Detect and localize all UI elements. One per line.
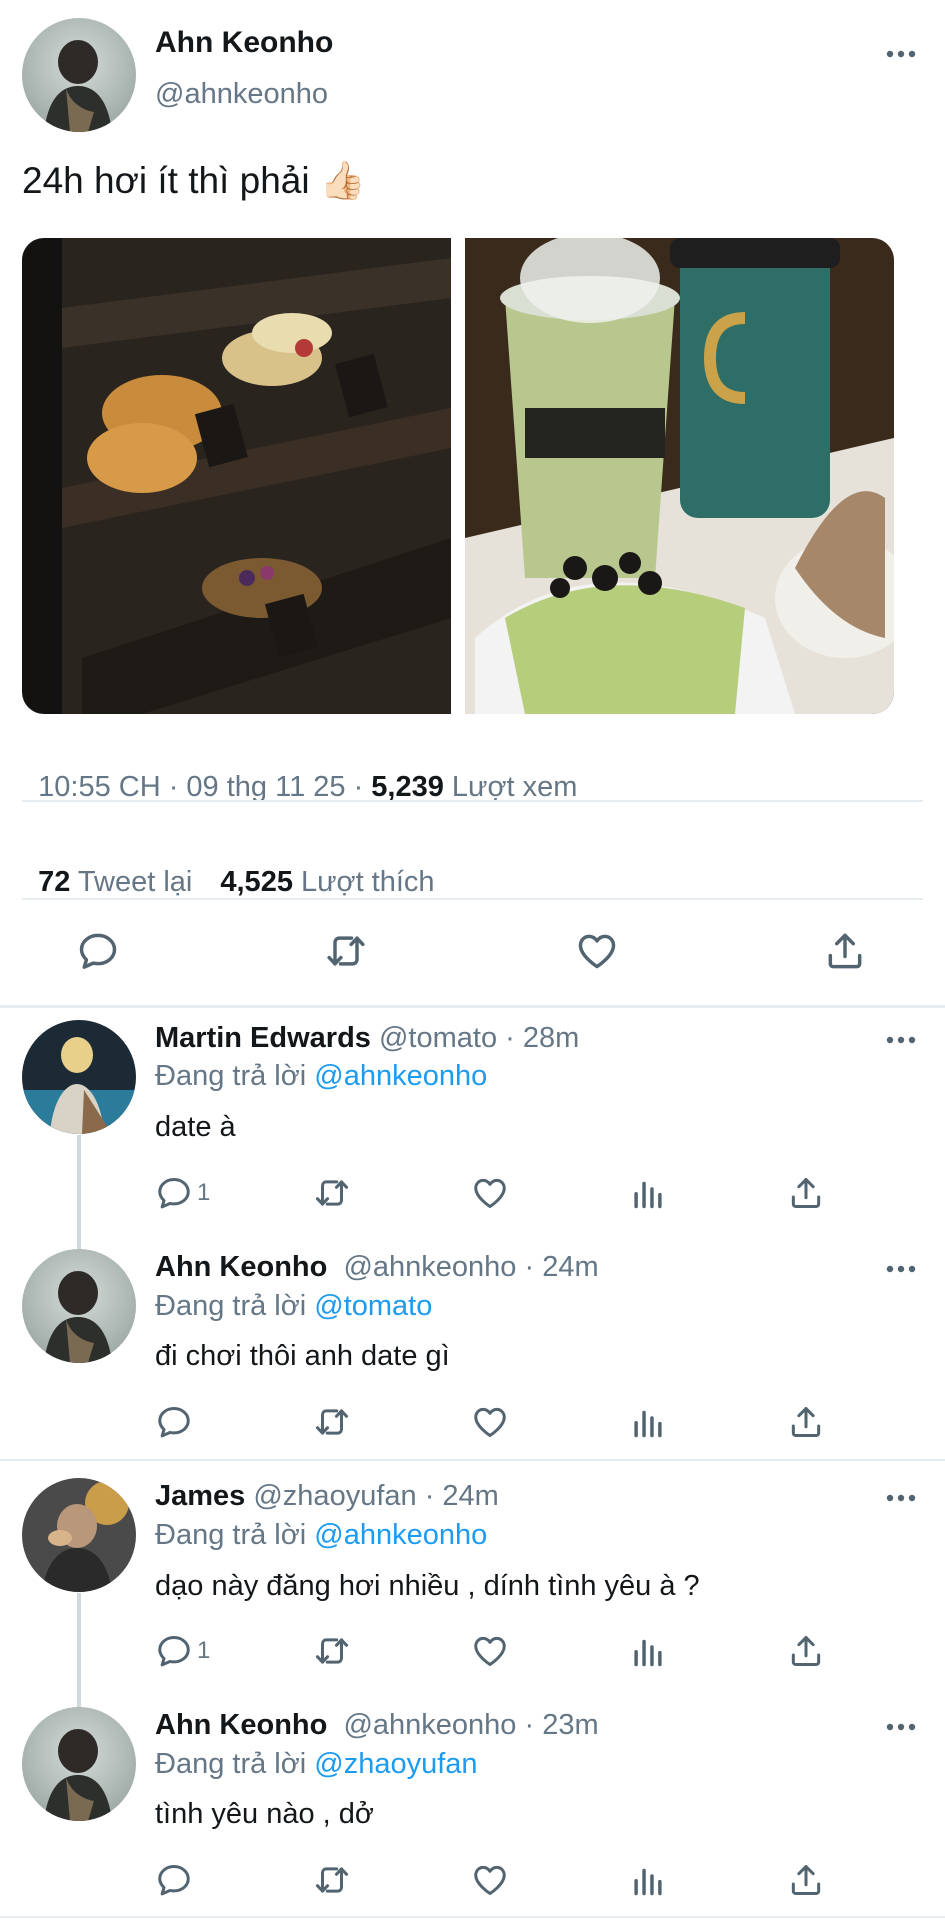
- tweet-meta: 10:55 CH · 09 thg 11 25 · 5,239 Lượt xem: [22, 738, 577, 804]
- views-icon[interactable]: [629, 1632, 667, 1670]
- reply-avatar[interactable]: [22, 1249, 136, 1363]
- likes-label: Lượt thích: [292, 866, 435, 898]
- divider: [22, 800, 923, 802]
- retweets-label: Tweet lại: [70, 866, 193, 898]
- share-icon[interactable]: [787, 1632, 825, 1670]
- retweets-stat[interactable]: 72 Tweet lại: [38, 866, 192, 898]
- reply-text: dạo này đăng hơi nhiều , dính tình yêu à…: [155, 1570, 700, 1602]
- reply-avatar[interactable]: [22, 1478, 136, 1592]
- replying-prefix: Đang trả lời: [155, 1290, 315, 1322]
- mention-link[interactable]: @zhaoyufan: [314, 1748, 477, 1780]
- share-icon[interactable]: [787, 1403, 825, 1441]
- reply-author-name[interactable]: Ahn Keonho: [155, 1709, 327, 1741]
- reply-avatar[interactable]: [22, 1707, 136, 1821]
- section-divider: [0, 1459, 945, 1461]
- thread-line: [77, 1135, 81, 1250]
- replying-to: Đang trả lời @zhaoyufan: [155, 1748, 478, 1781]
- engagement-counts: 72 Tweet lại 4,525 Lượt thích: [22, 833, 434, 899]
- more-icon[interactable]: [881, 1488, 921, 1508]
- like-icon[interactable]: [575, 929, 619, 973]
- retweet-icon[interactable]: [313, 1861, 351, 1899]
- reply-header: James @zhaoyufan · 24m: [155, 1480, 499, 1513]
- more-icon[interactable]: [881, 1259, 921, 1279]
- like-icon[interactable]: [471, 1632, 509, 1670]
- like-icon[interactable]: [471, 1861, 509, 1899]
- reply-count: 1: [197, 1637, 211, 1664]
- like-icon[interactable]: [471, 1403, 509, 1441]
- replying-prefix: Đang trả lời: [155, 1748, 315, 1780]
- author-avatar[interactable]: [22, 18, 136, 132]
- author-name[interactable]: Ahn Keonho: [155, 26, 333, 60]
- share-icon[interactable]: [823, 929, 867, 973]
- retweet-icon[interactable]: [313, 1403, 351, 1441]
- replying-to: Đang trả lời @tomato: [155, 1290, 432, 1323]
- replying-prefix: Đang trả lời: [155, 1519, 315, 1551]
- retweet-icon[interactable]: [313, 1632, 351, 1670]
- reply-icon[interactable]: [76, 929, 120, 973]
- reply-meta[interactable]: @tomato · 28m: [371, 1022, 579, 1054]
- share-icon[interactable]: [787, 1174, 825, 1212]
- thread-line: [77, 1593, 81, 1708]
- like-icon[interactable]: [471, 1174, 509, 1212]
- likes-stat[interactable]: 4,525 Lượt thích: [220, 866, 434, 898]
- reply-header: Ahn Keonho @ahnkeonho · 23m: [155, 1709, 599, 1742]
- views-icon[interactable]: [629, 1174, 667, 1212]
- retweets-count: 72: [38, 866, 71, 898]
- section-divider: [0, 1916, 945, 1918]
- mention-link[interactable]: @ahnkeonho: [314, 1519, 487, 1551]
- reply-text: tình yêu nào , dở: [155, 1798, 374, 1830]
- retweet-icon[interactable]: [313, 1174, 351, 1212]
- reply-header: Martin Edwards @tomato · 28m: [155, 1022, 579, 1055]
- views-icon[interactable]: [629, 1861, 667, 1899]
- author-handle[interactable]: @ahnkeonho: [155, 78, 328, 111]
- reply-text: date à: [155, 1111, 236, 1143]
- photo-dessert-display[interactable]: [22, 238, 451, 714]
- share-icon[interactable]: [787, 1861, 825, 1899]
- reply-text: đi chơi thôi anh date gì: [155, 1340, 450, 1372]
- reply-author-name[interactable]: Ahn Keonho: [155, 1251, 327, 1283]
- divider: [22, 898, 923, 900]
- more-icon[interactable]: [881, 44, 921, 64]
- replying-to: Đang trả lời @ahnkeonho: [155, 1060, 487, 1093]
- reply-avatar[interactable]: [22, 1020, 136, 1134]
- reply-author-name[interactable]: Martin Edwards: [155, 1022, 371, 1054]
- reply-author-name[interactable]: James: [155, 1480, 245, 1512]
- replying-prefix: Đang trả lời: [155, 1060, 315, 1092]
- reply-meta[interactable]: @ahnkeonho · 23m: [327, 1709, 598, 1741]
- views-label: Lượt xem: [443, 771, 578, 803]
- reply-count: 1: [197, 1179, 211, 1206]
- views-icon[interactable]: [629, 1403, 667, 1441]
- replying-to: Đang trả lời @ahnkeonho: [155, 1519, 487, 1552]
- reply-icon[interactable]: 1: [155, 1632, 210, 1670]
- reply-icon[interactable]: [155, 1861, 193, 1899]
- mention-link[interactable]: @tomato: [314, 1290, 432, 1322]
- views-count: 5,239: [371, 771, 444, 803]
- likes-count: 4,525: [220, 866, 293, 898]
- mention-link[interactable]: @ahnkeonho: [314, 1060, 487, 1092]
- tweet-timestamp[interactable]: 10:55 CH · 09 thg 11 25 ·: [38, 771, 371, 803]
- section-divider: [0, 1005, 945, 1008]
- photo-matcha-drinks[interactable]: [465, 238, 894, 714]
- more-icon[interactable]: [881, 1030, 921, 1050]
- reply-header: Ahn Keonho @ahnkeonho · 24m: [155, 1251, 599, 1284]
- reply-meta[interactable]: @ahnkeonho · 24m: [327, 1251, 598, 1283]
- more-icon[interactable]: [881, 1717, 921, 1737]
- reply-icon[interactable]: 1: [155, 1174, 210, 1212]
- reply-meta[interactable]: @zhaoyufan · 24m: [245, 1480, 498, 1512]
- reply-icon[interactable]: [155, 1403, 193, 1441]
- tweet-text: 24h hơi ít thì phải 👍🏻: [22, 160, 366, 201]
- retweet-icon[interactable]: [324, 929, 368, 973]
